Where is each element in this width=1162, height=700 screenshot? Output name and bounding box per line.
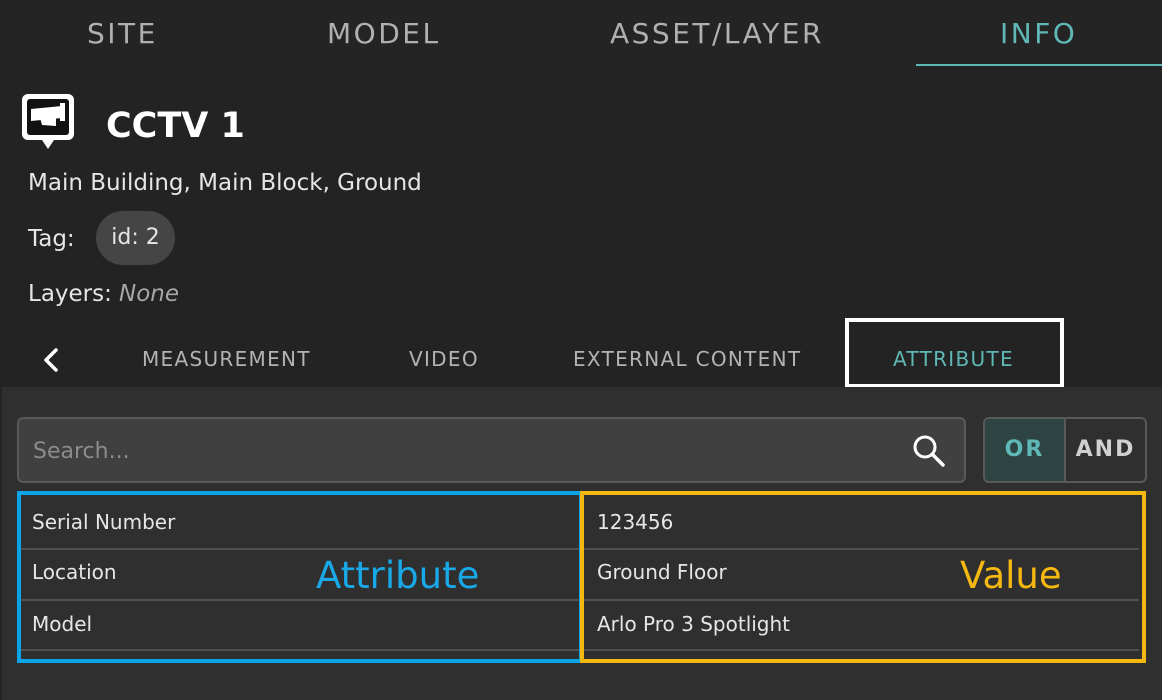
tag-chip[interactable]: id: 2 [96, 211, 175, 265]
layers-label: Layers: [28, 281, 112, 307]
cctv-camera-icon [22, 94, 74, 149]
subtab-video[interactable]: VIDEO [409, 344, 479, 374]
tab-info[interactable]: INFO [1000, 16, 1077, 52]
info-panel: SITE MODEL ASSET/LAYER INFO CCTV 1 Main … [0, 0, 1162, 700]
search-box [17, 417, 966, 483]
tag-label: Tag: [28, 226, 75, 252]
and-toggle-button[interactable]: AND [1066, 419, 1145, 481]
asset-title: CCTV 1 [106, 106, 245, 146]
subtab-external-content[interactable]: EXTERNAL CONTENT [573, 344, 801, 374]
attribute-tab-highlight [845, 318, 1064, 388]
value-annotation-label: Value [960, 554, 1062, 597]
attribute-column-highlight [17, 491, 583, 663]
search-icon[interactable] [911, 433, 947, 469]
chevron-left-icon[interactable] [40, 346, 62, 374]
logic-toggle: OR AND [983, 417, 1147, 483]
asset-location: Main Building, Main Block, Ground [28, 170, 422, 196]
tab-site[interactable]: SITE [87, 16, 158, 52]
tab-asset-layer[interactable]: ASSET/LAYER [610, 16, 824, 52]
or-toggle-button[interactable]: OR [985, 419, 1064, 481]
subtab-measurement[interactable]: MEASUREMENT [142, 344, 311, 374]
tab-model[interactable]: MODEL [327, 16, 441, 52]
search-input[interactable] [33, 433, 893, 469]
attribute-annotation-label: Attribute [316, 554, 480, 597]
layers-value: None [119, 281, 180, 307]
top-tab-bar: SITE MODEL ASSET/LAYER INFO [0, 0, 1162, 68]
active-tab-indicator [916, 64, 1162, 66]
